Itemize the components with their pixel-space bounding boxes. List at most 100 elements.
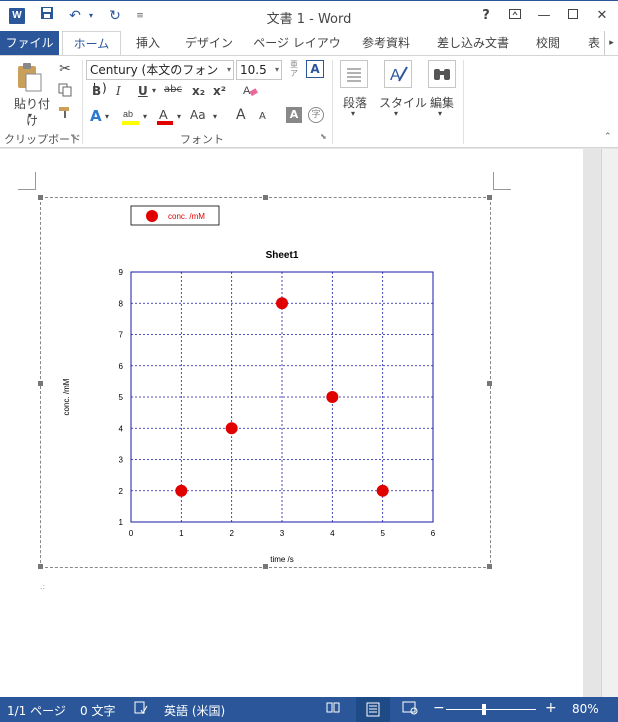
- data-point: [225, 422, 238, 435]
- read-mode-icon[interactable]: [326, 700, 340, 717]
- y-tick-label: 2: [119, 487, 124, 496]
- paragraph-dropdown-icon[interactable]: ▾: [351, 109, 355, 118]
- font-launcher-icon[interactable]: ⬊: [320, 132, 327, 141]
- enclose-characters-icon[interactable]: A: [306, 60, 324, 78]
- zoom-slider-thumb[interactable]: [482, 704, 486, 715]
- x-tick-label: 6: [431, 529, 436, 538]
- x-tick-label: 5: [380, 529, 385, 538]
- zoom-out-button[interactable]: −: [433, 700, 445, 716]
- copy-icon[interactable]: [56, 83, 74, 101]
- tab-home[interactable]: ホーム: [62, 31, 121, 57]
- data-point: [175, 484, 188, 497]
- font-group-label: フォント: [180, 133, 224, 146]
- legend-label: conc. /mM: [168, 212, 205, 221]
- underline-button[interactable]: U: [138, 84, 148, 98]
- shrink-font-button[interactable]: A: [259, 111, 266, 122]
- embedded-chart-object[interactable]: Sheet1 0 1 2 3 4 5 6 1 2 3 4 5 6 7 8 9 time /s conc. /mM co…: [38, 195, 492, 569]
- phonetic-guide-icon[interactable]: 亜ア: [286, 60, 302, 80]
- editing-dropdown-icon[interactable]: ▾: [438, 109, 442, 118]
- tab-file[interactable]: ファイル: [0, 31, 59, 56]
- x-tick-label: 1: [179, 529, 184, 538]
- enclosed-character-icon[interactable]: 字: [308, 107, 324, 123]
- proofing-icon[interactable]: [134, 701, 148, 718]
- tab-page-layout[interactable]: ページ レイアウト: [248, 31, 346, 74]
- y-tick-label: 9: [119, 268, 124, 277]
- tab-design[interactable]: デザイン: [178, 31, 240, 56]
- zoom-level[interactable]: 80%: [572, 702, 599, 716]
- binoculars-icon[interactable]: [428, 60, 456, 88]
- tab-references[interactable]: 参考資料: [354, 31, 418, 56]
- clipboard-launcher-icon[interactable]: ⬊: [70, 132, 77, 141]
- cut-icon[interactable]: ✂: [56, 61, 74, 79]
- collapse-ribbon-icon[interactable]: ⌃: [604, 132, 612, 142]
- underline-dropdown-icon[interactable]: ▾: [152, 86, 156, 95]
- word-count[interactable]: 0 文字: [80, 702, 115, 719]
- scatter-chart: Sheet10 1 2 3 4 5 6123456789time /sconc. /mMco…: [62, 205, 436, 564]
- svg-text:A: A: [159, 107, 168, 122]
- tab-insert[interactable]: 挿入: [126, 31, 170, 56]
- divider: [82, 60, 83, 144]
- grow-font-button[interactable]: A: [236, 107, 246, 123]
- document-page[interactable]: Sheet1 0 1 2 3 4 5 6 1 2 3 4 5 6 7 8 9 time /s conc. /mM co…: [0, 149, 583, 697]
- change-case-button[interactable]: Aa: [190, 108, 206, 122]
- bold-button[interactable]: B: [92, 84, 101, 98]
- help-button[interactable]: ?: [473, 5, 499, 27]
- text-effects-dropdown-icon[interactable]: ▾: [105, 112, 109, 121]
- ribbon-display-icon[interactable]: [502, 5, 528, 27]
- x-axis-label: time /s: [270, 555, 294, 564]
- clear-formatting-icon[interactable]: A: [241, 82, 259, 100]
- divider: [463, 60, 464, 144]
- close-icon[interactable]: ✕: [589, 5, 615, 27]
- y-tick-label: 7: [119, 331, 124, 340]
- text-effects-icon[interactable]: A: [90, 107, 102, 125]
- paste-icon[interactable]: [14, 62, 44, 92]
- change-case-dropdown-icon[interactable]: ▾: [213, 112, 217, 121]
- font-color-dropdown-icon[interactable]: ▾: [177, 112, 181, 121]
- y-tick-label: 6: [119, 362, 124, 371]
- zoom-slider-track[interactable]: [446, 709, 536, 710]
- styles-button[interactable]: スタイル: [379, 94, 427, 111]
- highlight-dropdown-icon[interactable]: ▾: [143, 112, 147, 121]
- data-point: [276, 297, 288, 310]
- x-tick-label: 2: [229, 529, 234, 538]
- y-tick-label: 3: [119, 456, 124, 465]
- tab-review[interactable]: 校閲: [526, 31, 570, 56]
- font-size-value: 10.5: [240, 63, 267, 77]
- paste-dropdown-icon[interactable]: ▾: [28, 111, 32, 120]
- document-area: Sheet1 0 1 2 3 4 5 6 1 2 3 4 5 6 7 8 9 time /s conc. /mM co…: [0, 149, 601, 697]
- page-count[interactable]: 1/1 ページ: [7, 702, 66, 719]
- print-layout-icon[interactable]: [356, 697, 390, 722]
- font-size-dropdown-icon[interactable]: ▾: [275, 61, 279, 79]
- italic-button[interactable]: I: [116, 84, 121, 98]
- language[interactable]: 英語 (米国): [164, 702, 225, 719]
- tab-table[interactable]: 表: [584, 31, 604, 56]
- zoom-in-button[interactable]: +: [545, 700, 557, 716]
- tab-mailings[interactable]: 差し込み文書: [428, 31, 518, 56]
- x-tick-label: 0: [129, 529, 134, 538]
- styles-dropdown-icon[interactable]: ▾: [394, 109, 398, 118]
- svg-text:ab: ab: [123, 109, 133, 119]
- font-name-combo[interactable]: Century (本文のフォント) ▾: [86, 60, 234, 95]
- highlight-icon[interactable]: ab: [121, 106, 141, 126]
- legend-marker: [146, 210, 158, 222]
- font-name-dropdown-icon[interactable]: ▾: [227, 61, 231, 79]
- font-size-combo[interactable]: 10.5 ▾: [236, 60, 282, 80]
- tab-scroll-right-icon[interactable]: ▸: [604, 31, 618, 56]
- paragraph-icon[interactable]: [340, 60, 368, 88]
- styles-icon[interactable]: A: [384, 60, 412, 88]
- maximize-icon[interactable]: [560, 5, 586, 27]
- font-color-icon[interactable]: A: [156, 106, 174, 126]
- strikethrough-button[interactable]: abc: [164, 84, 182, 95]
- y-tick-label: 8: [119, 299, 124, 308]
- format-painter-icon[interactable]: [56, 105, 74, 123]
- web-layout-icon[interactable]: [402, 700, 418, 719]
- character-shading-icon[interactable]: A: [286, 107, 302, 123]
- subscript-button[interactable]: x₂: [192, 84, 205, 98]
- status-bar: 1/1 ページ 0 文字 英語 (米国) − + 80%: [0, 697, 618, 722]
- minimize-icon[interactable]: —: [531, 5, 557, 27]
- vertical-scrollbar[interactable]: [601, 149, 618, 697]
- svg-text:A: A: [390, 67, 401, 84]
- chart-title: Sheet1: [266, 250, 299, 261]
- superscript-button[interactable]: x²: [213, 84, 226, 98]
- y-tick-label: 5: [119, 393, 124, 402]
